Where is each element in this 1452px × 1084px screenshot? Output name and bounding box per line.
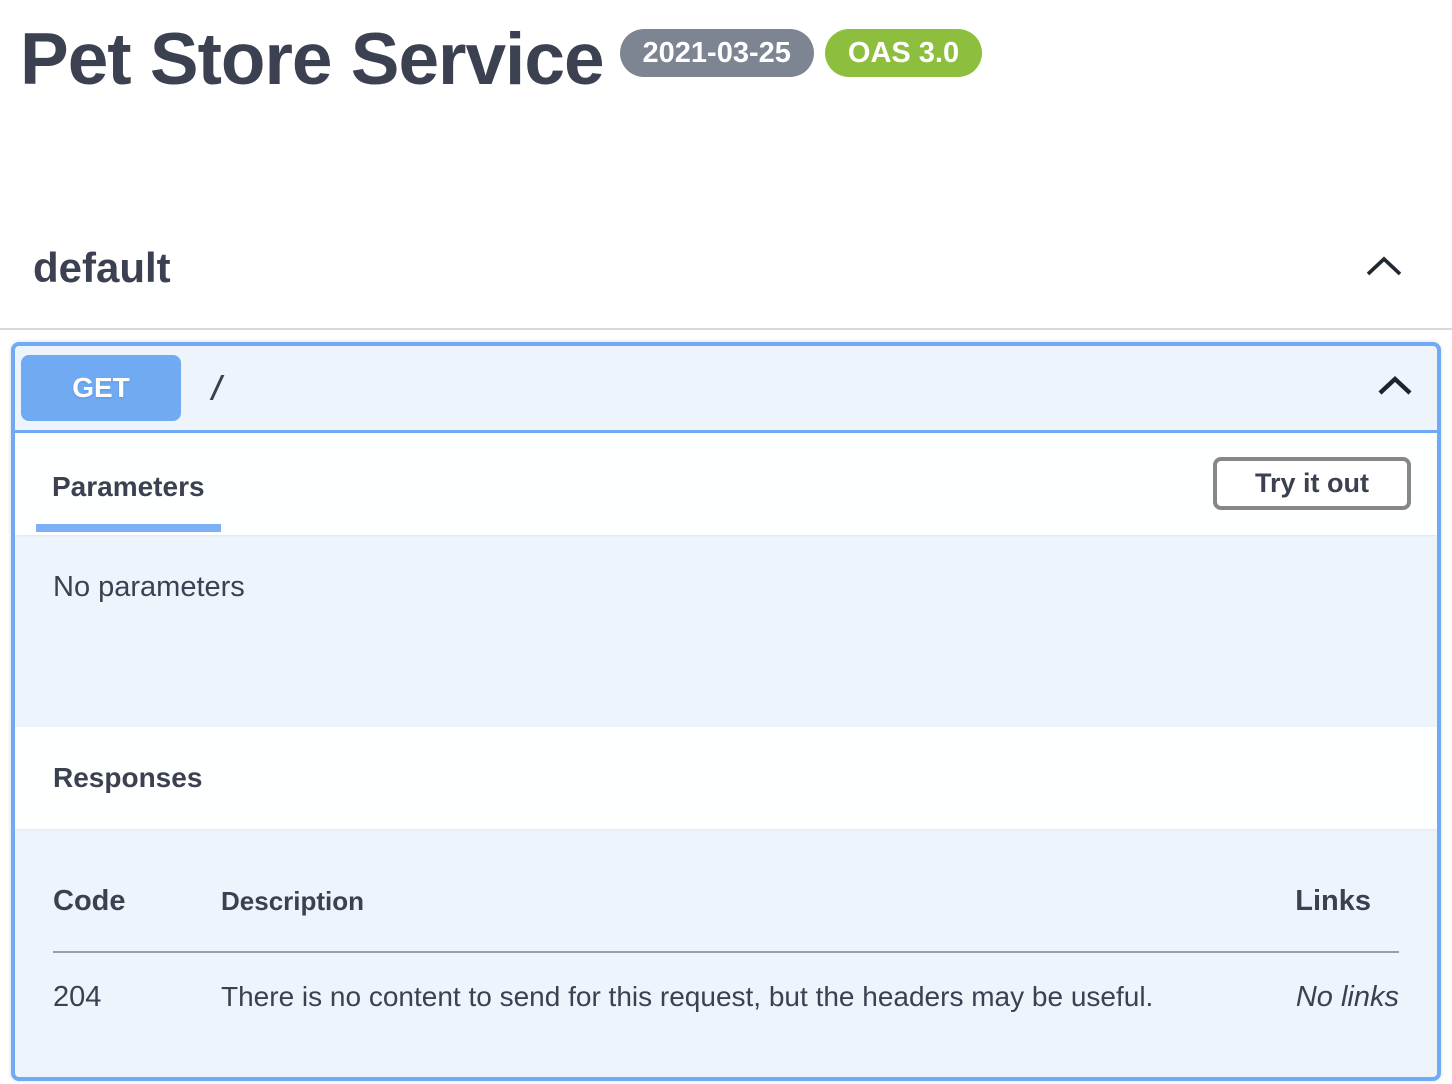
column-header-description: Description xyxy=(221,886,1169,917)
http-method-button[interactable]: GET xyxy=(21,355,181,421)
response-description: There is no content to send for this req… xyxy=(221,981,1169,1013)
tag-collapse-button[interactable] xyxy=(1364,255,1404,280)
responses-table-header-row: Code Description Links xyxy=(53,829,1399,918)
response-row-204: 204 There is no content to send for this… xyxy=(53,953,1399,1014)
try-it-out-button[interactable]: Try it out xyxy=(1213,457,1411,510)
no-parameters-text: No parameters xyxy=(53,571,245,603)
chevron-up-icon xyxy=(1377,376,1413,399)
chevron-up-icon xyxy=(1364,255,1404,280)
tag-title: default xyxy=(33,244,171,292)
endpoint-path: / xyxy=(208,370,226,405)
opblock-get-root: GET / Parameters Try it out No parameter… xyxy=(11,342,1441,1081)
parameters-tab-bar: Parameters xyxy=(36,471,221,535)
column-header-links: Links xyxy=(1169,885,1399,918)
operation-collapse-button[interactable] xyxy=(1377,376,1413,399)
opblock-summary[interactable]: GET / xyxy=(15,346,1437,433)
version-badges: 2021-03-25 OAS 3.0 xyxy=(620,29,983,77)
responses-section-header: Responses xyxy=(15,727,1437,829)
responses-title: Responses xyxy=(53,762,202,794)
parameters-body: No parameters xyxy=(15,535,1437,727)
response-code: 204 xyxy=(53,981,221,1014)
tag-section-header-default[interactable]: default xyxy=(0,244,1452,330)
column-header-code: Code xyxy=(53,885,221,918)
page-title: Pet Store Service xyxy=(20,22,604,99)
version-badge: 2021-03-25 xyxy=(620,29,814,77)
responses-table: Code Description Links 204 There is no c… xyxy=(15,829,1437,1077)
api-info-header: Pet Store Service 2021-03-25 OAS 3.0 xyxy=(0,0,1452,99)
parameters-section-header: Parameters Try it out xyxy=(15,433,1437,535)
tab-parameters[interactable]: Parameters xyxy=(36,471,221,532)
oas-version-badge: OAS 3.0 xyxy=(825,29,982,77)
response-links: No links xyxy=(1169,981,1399,1014)
